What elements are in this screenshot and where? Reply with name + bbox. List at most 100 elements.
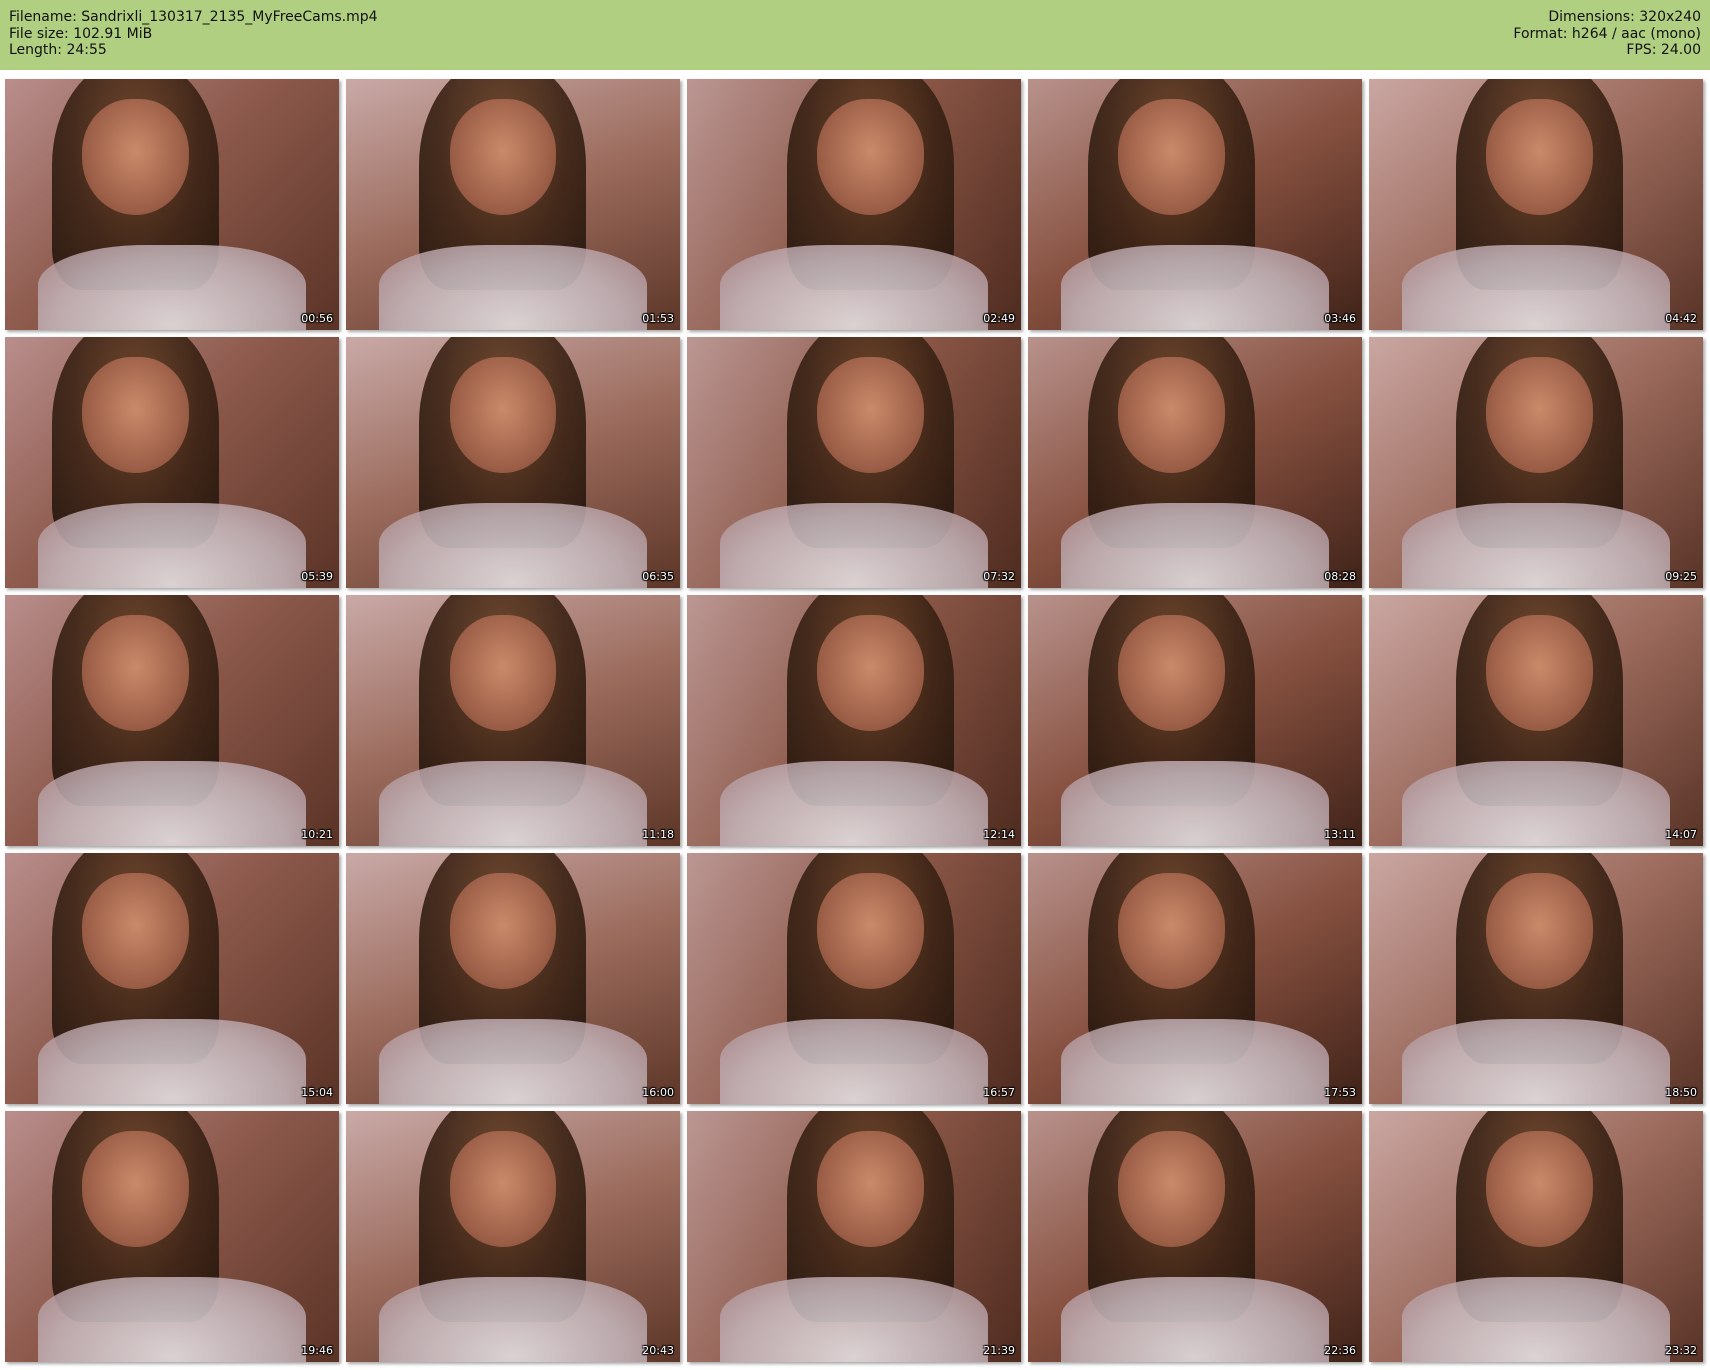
frame-shape xyxy=(817,873,925,989)
frame-shape xyxy=(449,873,557,989)
video-thumbnail: 21:39 xyxy=(687,1111,1021,1362)
filesize-text: File size: 102.91 MiB xyxy=(9,25,153,42)
timestamp-label: 13:11 xyxy=(1324,828,1356,841)
timestamp-label: 08:28 xyxy=(1324,570,1356,583)
timestamp-label: 20:43 xyxy=(642,1344,674,1357)
timestamp-label: 14:07 xyxy=(1665,828,1697,841)
video-thumbnail: 23:32 xyxy=(1369,1111,1703,1362)
frame-shape xyxy=(1061,760,1329,846)
video-thumbnail: 01:53 xyxy=(346,79,680,330)
timestamp-label: 03:46 xyxy=(1324,312,1356,325)
video-thumbnail: 15:04 xyxy=(5,853,339,1104)
timestamp-label: 02:49 xyxy=(983,312,1015,325)
video-thumbnail: 17:53 xyxy=(1028,853,1362,1104)
video-thumbnail: 14:07 xyxy=(1369,595,1703,846)
frame-shape xyxy=(720,760,988,846)
video-thumbnail: 16:00 xyxy=(346,853,680,1104)
timestamp-label: 10:21 xyxy=(301,828,333,841)
frame-shape xyxy=(1118,615,1226,731)
frame-shape xyxy=(38,1018,306,1104)
video-thumbnail: 05:39 xyxy=(5,337,339,588)
frame-shape xyxy=(1485,99,1593,215)
frame-shape xyxy=(1061,502,1329,588)
frame-shape xyxy=(449,99,557,215)
frame-shape xyxy=(38,760,306,846)
video-thumbnail: 09:25 xyxy=(1369,337,1703,588)
timestamp-label: 23:32 xyxy=(1665,1344,1697,1357)
length-text: Length: 24:55 xyxy=(9,42,107,58)
video-thumbnail: 07:32 xyxy=(687,337,1021,588)
timestamp-label: 22:36 xyxy=(1324,1344,1356,1357)
frame-shape xyxy=(720,244,988,330)
video-thumbnail: 18:50 xyxy=(1369,853,1703,1104)
video-thumbnail: 04:42 xyxy=(1369,79,1703,330)
frame-shape xyxy=(379,502,647,588)
timestamp-label: 15:04 xyxy=(301,1086,333,1099)
frame-shape xyxy=(720,502,988,588)
timestamp-label: 01:53 xyxy=(642,312,674,325)
timestamp-label: 07:32 xyxy=(983,570,1015,583)
frame-shape xyxy=(1118,99,1226,215)
frame-shape xyxy=(1402,1018,1670,1104)
frame-shape xyxy=(1061,244,1329,330)
frame-shape xyxy=(720,1018,988,1104)
timestamp-label: 17:53 xyxy=(1324,1086,1356,1099)
frame-shape xyxy=(1485,1131,1593,1247)
frame-shape xyxy=(449,1131,557,1247)
video-thumbnail: 00:56 xyxy=(5,79,339,330)
video-thumbnail: 22:36 xyxy=(1028,1111,1362,1362)
frame-shape xyxy=(449,357,557,473)
timestamp-label: 09:25 xyxy=(1665,570,1697,583)
frame-shape xyxy=(81,357,189,473)
timestamp-label: 06:35 xyxy=(642,570,674,583)
frame-shape xyxy=(379,1276,647,1362)
video-thumbnail: 08:28 xyxy=(1028,337,1362,588)
frame-shape xyxy=(379,244,647,330)
frame-shape xyxy=(81,615,189,731)
frame-shape xyxy=(817,99,925,215)
timestamp-label: 05:39 xyxy=(301,570,333,583)
frame-shape xyxy=(38,1276,306,1362)
frame-shape xyxy=(38,244,306,330)
frame-shape xyxy=(1402,244,1670,330)
frame-shape xyxy=(1485,873,1593,989)
frame-shape xyxy=(449,615,557,731)
format-text: Format: h264 / aac (mono) xyxy=(1513,25,1701,42)
frame-shape xyxy=(1485,357,1593,473)
info-header: Filename: Sandrixli_130317_2135_MyFreeCa… xyxy=(0,0,1710,70)
frame-shape xyxy=(720,1276,988,1362)
frame-shape xyxy=(379,760,647,846)
file-info: Filename: Sandrixli_130317_2135_MyFreeCa… xyxy=(9,9,378,59)
timestamp-label: 19:46 xyxy=(301,1344,333,1357)
frame-shape xyxy=(1118,1131,1226,1247)
frame-shape xyxy=(379,1018,647,1104)
video-thumbnail: 02:49 xyxy=(687,79,1021,330)
timestamp-label: 16:00 xyxy=(642,1086,674,1099)
frame-shape xyxy=(1061,1276,1329,1362)
frame-shape xyxy=(1402,1276,1670,1362)
thumbnail-grid: 00:56 01:53 02:49 03:46 04:42 05:39 06:35 07:32… xyxy=(5,79,1703,1362)
video-thumbnail: 12:14 xyxy=(687,595,1021,846)
video-thumbnail: 03:46 xyxy=(1028,79,1362,330)
video-thumbnail: 19:46 xyxy=(5,1111,339,1362)
timestamp-label: 12:14 xyxy=(983,828,1015,841)
timestamp-label: 00:56 xyxy=(301,312,333,325)
frame-shape xyxy=(81,99,189,215)
timestamp-label: 16:57 xyxy=(983,1086,1015,1099)
frame-shape xyxy=(1118,357,1226,473)
frame-shape xyxy=(1485,615,1593,731)
video-thumbnail: 06:35 xyxy=(346,337,680,588)
frame-shape xyxy=(1402,760,1670,846)
filename-text: Filename: Sandrixli_130317_2135_MyFreeCa… xyxy=(9,9,378,25)
frame-shape xyxy=(38,502,306,588)
video-thumbnail: 10:21 xyxy=(5,595,339,846)
frame-shape xyxy=(1402,502,1670,588)
frame-shape xyxy=(81,873,189,989)
media-info: Dimensions: 320x240 Format: h264 / aac (… xyxy=(1513,9,1701,59)
frame-shape xyxy=(817,357,925,473)
timestamp-label: 04:42 xyxy=(1665,312,1697,325)
fps-text: FPS: 24.00 xyxy=(1626,42,1701,58)
video-thumbnail: 20:43 xyxy=(346,1111,680,1362)
timestamp-label: 11:18 xyxy=(642,828,674,841)
frame-shape xyxy=(817,1131,925,1247)
